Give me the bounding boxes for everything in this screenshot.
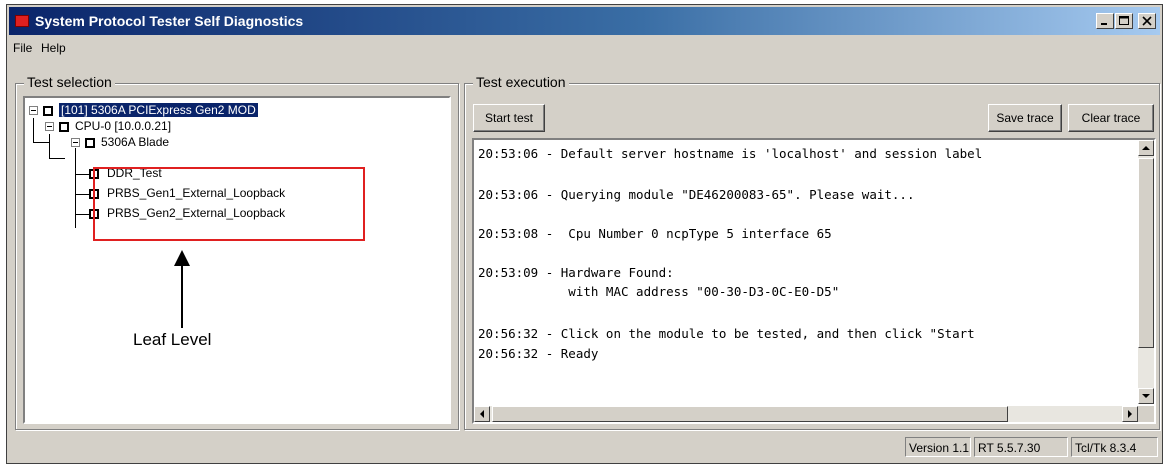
trace-line: with MAC address "00-30-D3-0C-E0-D5": [478, 284, 840, 299]
tree-checkbox[interactable]: [43, 106, 53, 116]
scroll-down-icon: [1142, 394, 1150, 398]
scroll-right-button[interactable]: [1122, 406, 1138, 422]
app-icon: [15, 15, 29, 27]
tree-checkbox[interactable]: [59, 122, 69, 132]
status-rt: RT 5.5.7.30: [974, 437, 1068, 457]
test-selection-label: Test selection: [24, 74, 115, 90]
collapse-toggle[interactable]: [71, 138, 80, 147]
scroll-left-button[interactable]: [474, 406, 490, 422]
test-tree[interactable]: [101] 5306A PCIExpress Gen2 MOD CPU-0 [1…: [23, 96, 451, 424]
minimize-button[interactable]: [1096, 13, 1114, 29]
trace-output[interactable]: 20:53:06 - Default server hostname is 'l…: [472, 138, 1156, 424]
minimize-icon: [1101, 23, 1107, 25]
title-bar[interactable]: System Protocol Tester Self Diagnostics: [9, 7, 1160, 35]
trace-line: 20:53:06 - Default server hostname is 'l…: [478, 146, 983, 161]
close-icon: [1142, 16, 1152, 26]
leaf-level-label: Leaf Level: [133, 330, 212, 349]
test-execution-group: Test execution Start test Save trace Cle…: [464, 74, 1160, 430]
save-trace-button[interactable]: Save trace: [988, 104, 1062, 132]
trace-line: 20:56:32 - Ready: [478, 346, 599, 361]
test-execution-label: Test execution: [473, 74, 569, 90]
maximize-icon: [1119, 16, 1129, 25]
scroll-up-button[interactable]: [1138, 140, 1154, 156]
maximize-button[interactable]: [1115, 13, 1133, 29]
tree-node-blade[interactable]: 5306A Blade: [101, 135, 169, 149]
scroll-thumb[interactable]: [1138, 158, 1154, 348]
collapse-toggle[interactable]: [29, 106, 38, 115]
trace-line: 20:53:06 - Querying module "DE46200083-6…: [478, 187, 915, 202]
status-bar: Version 1.1 RT 5.5.7.30 Tcl/Tk 8.3.4: [9, 433, 1160, 461]
scroll-right-icon: [1128, 410, 1132, 418]
horizontal-scrollbar[interactable]: [474, 406, 1138, 422]
scroll-thumb[interactable]: [492, 406, 1008, 422]
annotation-arrow: [174, 250, 190, 328]
vertical-scrollbar[interactable]: [1138, 140, 1154, 404]
scroll-corner: [1138, 406, 1154, 422]
clear-trace-button[interactable]: Clear trace: [1068, 104, 1154, 132]
close-button[interactable]: [1138, 13, 1156, 29]
scroll-down-button[interactable]: [1138, 388, 1154, 404]
scroll-left-icon: [480, 410, 484, 418]
trace-line: 20:56:32 - Click on the module to be tes…: [478, 326, 975, 341]
menu-file[interactable]: File: [13, 41, 32, 55]
leaf-level-highlight-box: [93, 167, 365, 241]
trace-line: 20:53:08 - Cpu Number 0 ncpType 5 interf…: [478, 226, 832, 241]
tree-node-module[interactable]: [101] 5306A PCIExpress Gen2 MOD: [58, 102, 259, 118]
tree-node-cpu[interactable]: CPU-0 [10.0.0.21]: [75, 119, 171, 133]
scroll-up-icon: [1142, 146, 1150, 150]
collapse-toggle[interactable]: [45, 122, 54, 131]
test-selection-group: Test selection [101] 5306A PCIExpress Ge…: [15, 74, 459, 430]
status-version: Version 1.1: [905, 437, 971, 457]
start-test-button[interactable]: Start test: [473, 104, 545, 132]
menu-bar: File Help: [9, 37, 1160, 59]
window-title: System Protocol Tester Self Diagnostics: [35, 13, 304, 29]
menu-help[interactable]: Help: [41, 41, 66, 55]
tree-checkbox[interactable]: [85, 138, 95, 148]
trace-line: 20:53:09 - Hardware Found:: [478, 265, 674, 280]
status-tcl: Tcl/Tk 8.3.4: [1071, 437, 1158, 457]
